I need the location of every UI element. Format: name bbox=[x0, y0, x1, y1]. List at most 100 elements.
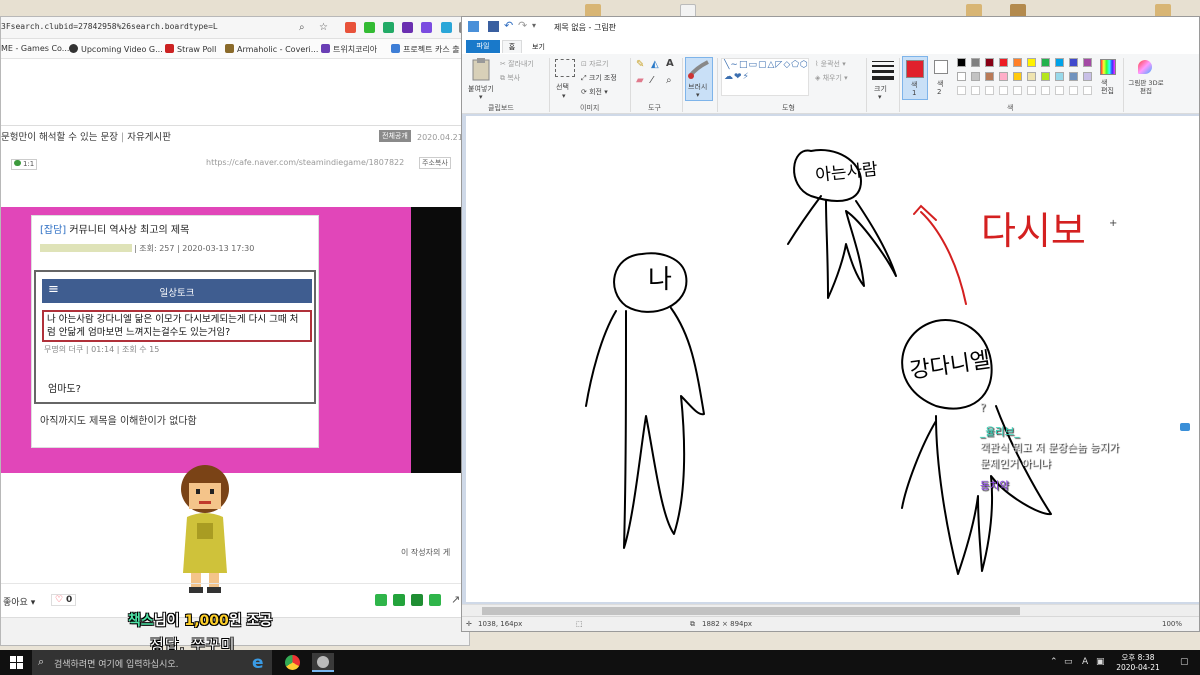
palette-swatch[interactable] bbox=[985, 58, 994, 67]
color1-button[interactable]: 색 1 bbox=[902, 56, 928, 100]
fill-shape-button[interactable]: ◈ 채우기 ▾ bbox=[815, 73, 848, 83]
like-button[interactable]: 좋아요 ▾ bbox=[3, 595, 35, 608]
palette-swatch[interactable] bbox=[999, 72, 1008, 81]
bookmark-item[interactable]: Straw Poll bbox=[165, 44, 216, 54]
author-more-link[interactable]: 이 작성자의 게 bbox=[401, 547, 450, 558]
palette-swatch[interactable] bbox=[957, 58, 966, 67]
tray-chevron-icon[interactable]: ⌃ bbox=[1050, 657, 1058, 667]
ime-icon[interactable]: ▣ bbox=[1096, 657, 1105, 667]
paste-dropdown-icon[interactable]: ▾ bbox=[479, 93, 483, 101]
bookmark-item[interactable]: Armaholic - Coveri... bbox=[225, 44, 318, 54]
rotate-button[interactable]: ⟳ 회전 ▾ bbox=[581, 87, 608, 97]
palette-empty-swatch[interactable] bbox=[957, 86, 966, 95]
extension-icon[interactable] bbox=[421, 22, 432, 33]
redo-icon[interactable]: ↷ bbox=[518, 19, 529, 32]
tab-home[interactable]: 홈 bbox=[502, 40, 522, 53]
bookmark-item[interactable]: 프로젝트 카스 출 bbox=[391, 44, 460, 55]
extension-icon[interactable] bbox=[383, 22, 394, 33]
network-icon[interactable]: ▭ bbox=[1064, 657, 1073, 667]
customize-toolbar-icon[interactable]: ▾ bbox=[532, 21, 543, 32]
palette-swatch[interactable] bbox=[1083, 72, 1092, 81]
select-dropdown-icon[interactable]: ▾ bbox=[562, 92, 566, 100]
select-label[interactable]: 선택 bbox=[556, 82, 569, 92]
crop-button[interactable]: ⊡ 자르기 bbox=[581, 59, 608, 69]
palette-empty-swatch[interactable] bbox=[1027, 86, 1036, 95]
palette-swatch[interactable] bbox=[1055, 72, 1064, 81]
palette-swatch[interactable] bbox=[1013, 72, 1022, 81]
palette-swatch[interactable] bbox=[1083, 58, 1092, 67]
palette-swatch[interactable] bbox=[1055, 58, 1064, 67]
heart-count[interactable]: ♡ 0 bbox=[51, 594, 77, 606]
palette-empty-swatch[interactable] bbox=[1055, 86, 1064, 95]
extension-icon[interactable] bbox=[441, 22, 452, 33]
save-icon[interactable] bbox=[488, 21, 499, 32]
palette-swatch[interactable] bbox=[1041, 58, 1050, 67]
share-icon[interactable] bbox=[393, 594, 405, 606]
palette-swatch[interactable] bbox=[957, 72, 966, 81]
fill-icon[interactable]: ◭ bbox=[651, 59, 659, 70]
copy-address-button[interactable]: 주소복사 bbox=[419, 157, 451, 169]
url-text[interactable]: 3Fsearch.clubid=27842958%26search.boardt… bbox=[1, 22, 218, 31]
bookmark-item[interactable]: Upcoming Video G... bbox=[69, 44, 163, 54]
tab-view[interactable]: 보기 bbox=[532, 42, 545, 52]
share-icon[interactable] bbox=[411, 594, 423, 606]
windows-start-icon[interactable] bbox=[10, 656, 23, 669]
extension-icon[interactable] bbox=[402, 22, 413, 33]
post-link[interactable]: https://cafe.naver.com/steamindiegame/18… bbox=[206, 158, 404, 167]
color2-button[interactable]: 색 2 bbox=[932, 56, 952, 100]
text-icon[interactable]: A bbox=[666, 58, 674, 69]
palette-swatch[interactable] bbox=[1041, 72, 1050, 81]
edge-taskbar-icon[interactable]: e bbox=[252, 653, 274, 673]
taskbar-clock[interactable]: 오후 8:38 2020-04-21 bbox=[1110, 653, 1166, 673]
extension-icon[interactable] bbox=[345, 22, 356, 33]
palette-swatch[interactable] bbox=[1069, 72, 1078, 81]
palette-empty-swatch[interactable] bbox=[1069, 86, 1078, 95]
extension-icon[interactable] bbox=[364, 22, 375, 33]
chrome-taskbar-icon[interactable] bbox=[282, 653, 304, 672]
address-bar[interactable]: 3Fsearch.clubid=27842958%26search.boardt… bbox=[1, 17, 469, 39]
horizontal-scrollbar[interactable] bbox=[462, 604, 1199, 616]
palette-swatch[interactable] bbox=[1027, 72, 1036, 81]
bookmark-item[interactable]: 트위치코리아 bbox=[321, 44, 377, 55]
tab-file[interactable]: 파일 bbox=[466, 40, 500, 53]
undo-icon[interactable]: ↶ bbox=[504, 19, 515, 32]
palette-swatch[interactable] bbox=[985, 72, 994, 81]
edit-colors-button[interactable]: 색 편집 bbox=[1098, 57, 1120, 101]
paint3d-button[interactable]: 그림판 3D로 편집 bbox=[1126, 57, 1166, 101]
zoom-icon[interactable]: ⌕ bbox=[299, 22, 305, 33]
share-icon[interactable] bbox=[429, 594, 441, 606]
share-arrow-icon[interactable]: ↗ bbox=[451, 593, 460, 606]
resize-button[interactable]: ⤢ 크기 조정 bbox=[581, 73, 617, 83]
taskbar-search-box[interactable]: ⌕ 검색하려면 여기에 입력하십시오. bbox=[32, 650, 272, 675]
palette-empty-swatch[interactable] bbox=[999, 86, 1008, 95]
shapes-gallery[interactable]: ╲∼□▭▢△◸◇⬠⬡→←↑↓✦☆✧◯◎◔☁❤⚡ bbox=[721, 58, 809, 96]
palette-swatch[interactable] bbox=[1013, 58, 1022, 67]
ime-indicator[interactable]: A bbox=[1082, 657, 1088, 667]
palette-swatch[interactable] bbox=[971, 72, 980, 81]
board-link[interactable]: 자유게시판 bbox=[127, 132, 171, 143]
bookmark-item[interactable]: ME - Games Co... bbox=[1, 44, 69, 53]
cut-button[interactable]: ✂ 잘라내기 bbox=[500, 59, 534, 69]
scrollbar-thumb[interactable] bbox=[482, 607, 1020, 615]
pencil-icon[interactable]: ✎ bbox=[636, 59, 644, 70]
drawing-canvas[interactable]: 나 아는사람 강다니엘 다시보 + bbox=[466, 116, 1199, 602]
share-icon[interactable] bbox=[375, 594, 387, 606]
palette-empty-swatch[interactable] bbox=[1083, 86, 1092, 95]
outline-button[interactable]: ⌇ 윤곽선 ▾ bbox=[815, 59, 846, 69]
palette-empty-swatch[interactable] bbox=[985, 86, 994, 95]
select-button[interactable] bbox=[555, 59, 575, 77]
paste-button[interactable] bbox=[470, 57, 496, 87]
notification-icon[interactable]: ▢ bbox=[1180, 657, 1189, 667]
palette-empty-swatch[interactable] bbox=[971, 86, 980, 95]
palette-swatch[interactable] bbox=[999, 58, 1008, 67]
magnifier-icon[interactable]: ⌕ bbox=[666, 75, 672, 86]
palette-empty-swatch[interactable] bbox=[1013, 86, 1022, 95]
brush-button[interactable]: 브러시 ▾ bbox=[685, 57, 713, 101]
palette-swatch[interactable] bbox=[1069, 58, 1078, 67]
eraser-icon[interactable]: ▰ bbox=[636, 75, 644, 86]
comment-count-button[interactable]: 1:1 bbox=[11, 159, 37, 170]
palette-swatch[interactable] bbox=[971, 58, 980, 67]
paint-taskbar-icon[interactable] bbox=[312, 653, 334, 672]
palette-empty-swatch[interactable] bbox=[1041, 86, 1050, 95]
palette-swatch[interactable] bbox=[1027, 58, 1036, 67]
